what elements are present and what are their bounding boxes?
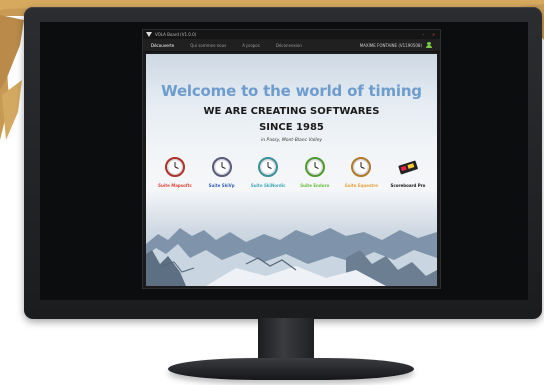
suite-label: Suite SkiNordic — [250, 183, 286, 188]
window-title: VOLA Board (V1.0.0) — [155, 32, 197, 37]
suite-label: Suite SkiVp — [208, 183, 235, 188]
suite-skivp[interactable]: Suite SkiVp — [199, 151, 245, 193]
close-icon[interactable]: ✕ — [430, 32, 437, 37]
app-window: VOLA Board (V1.0.0) – ✕ Découverte Qui s… — [142, 29, 441, 289]
suite-list: Suite Mapsoftc Suite SkiVp Suite SkiNord… — [152, 151, 431, 193]
user-icon[interactable] — [426, 41, 432, 49]
mountain-landscape-image — [146, 228, 437, 286]
suite-label: Suite Enduro — [300, 183, 330, 188]
menu-item-a-propos[interactable]: A propos — [242, 43, 260, 48]
location-text: in Passy, Mont-Blanc Valley — [260, 138, 323, 143]
monitor-stand-base — [168, 358, 414, 380]
suite-mapsoftc[interactable]: Suite Mapsoftc — [152, 151, 198, 193]
tagline-line-1: WE ARE CREATING SOFTWARES — [203, 106, 380, 117]
stopwatch-icon — [165, 157, 185, 177]
suite-enduro[interactable]: Suite Enduro — [292, 151, 338, 193]
suite-equestre[interactable]: Suite Equestre — [338, 151, 384, 193]
tagline-line-2: SINCE 1985 — [259, 122, 324, 133]
stopwatch-icon — [258, 157, 279, 177]
stopwatch-icon — [211, 157, 232, 177]
stopwatch-icon — [351, 157, 372, 177]
welcome-title: Welcome to the world of timing — [161, 82, 422, 100]
app-logo-icon — [146, 32, 152, 37]
stopwatch-icon — [304, 157, 325, 177]
main-content: Welcome to the world of timing WE ARE CR… — [146, 54, 437, 286]
scoreboard-icon — [398, 160, 418, 175]
suite-skinordic[interactable]: Suite SkiNordic — [245, 151, 291, 193]
suite-label: Scoreboard Pro — [390, 183, 426, 188]
menu-bar: Découverte Qui sommes-nous A propos Déco… — [143, 39, 440, 52]
user-name: MAXIME FONTAINE (V1190508) — [359, 42, 422, 48]
suite-label: Suite Mapsoftc — [158, 183, 192, 188]
title-bar: VOLA Board (V1.0.0) – ✕ — [143, 30, 440, 39]
menu-item-decouverte[interactable]: Découverte — [151, 43, 174, 48]
suite-label: Suite Equestre — [344, 183, 378, 188]
minimize-icon[interactable]: – — [420, 32, 427, 37]
menu-item-qui-sommes-nous[interactable]: Qui sommes-nous — [190, 43, 226, 48]
suite-scoreboard-pro[interactable]: Scoreboard Pro — [385, 151, 431, 193]
menu-item-deconnexion[interactable]: Déconnexion — [276, 43, 302, 48]
